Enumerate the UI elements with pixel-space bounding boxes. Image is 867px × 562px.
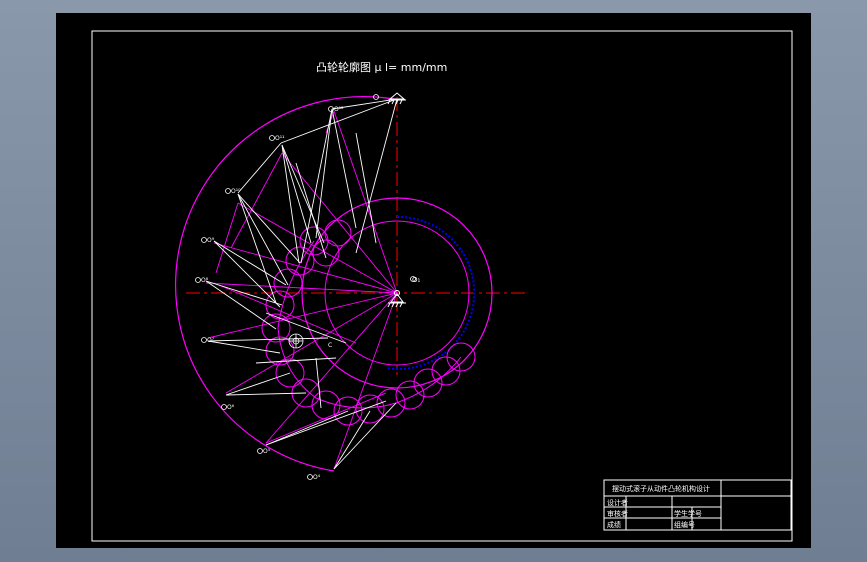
center-label: O₁ xyxy=(412,276,421,284)
point-label-8: O⁸ xyxy=(201,277,209,284)
roller-circle xyxy=(324,219,352,247)
roller-circle xyxy=(431,356,461,386)
point-label-5: O⁵ xyxy=(263,448,271,455)
inner-border xyxy=(91,30,793,542)
title-block-reviewer: 审核者 xyxy=(607,509,628,518)
drawing-sheet: 凸轮轮廓图 μ l= mm/mm O₁ O¹² O¹¹ O¹⁰ O⁹ O⁸ O⁷… xyxy=(56,13,811,548)
point-label-c: C xyxy=(328,342,332,349)
point-label-9: O⁹ xyxy=(207,237,215,244)
point-label-11: O¹¹ xyxy=(275,135,285,142)
title-block-grade: 成绩 xyxy=(607,520,621,529)
current-roller-glyph xyxy=(288,333,304,349)
roller-circles xyxy=(261,219,476,426)
title-block-heading: 摆动式滚子从动件凸轮机构设计 xyxy=(612,484,710,493)
title-block-group-id: 组编号 xyxy=(674,520,695,529)
roller-circle xyxy=(285,246,315,276)
pivot-ground-symbol xyxy=(387,92,406,105)
point-label-7: O⁷ xyxy=(207,337,215,344)
drawing-title: 凸轮轮廓图 μ l= mm/mm xyxy=(316,60,447,74)
cad-drawing: 凸轮轮廓图 μ l= mm/mm O₁ O¹² O¹¹ O¹⁰ O⁹ O⁸ O⁷… xyxy=(91,30,793,542)
point-label-12: O¹² xyxy=(334,106,344,113)
point-label-4: O⁴ xyxy=(313,474,321,481)
title-block-student-id: 学生学号 xyxy=(674,509,702,518)
point-label-10: O¹⁰ xyxy=(231,188,241,195)
point-label-6: O⁶ xyxy=(227,404,235,411)
title-block-designer: 设计者 xyxy=(607,498,628,507)
roller-circle xyxy=(395,380,425,410)
